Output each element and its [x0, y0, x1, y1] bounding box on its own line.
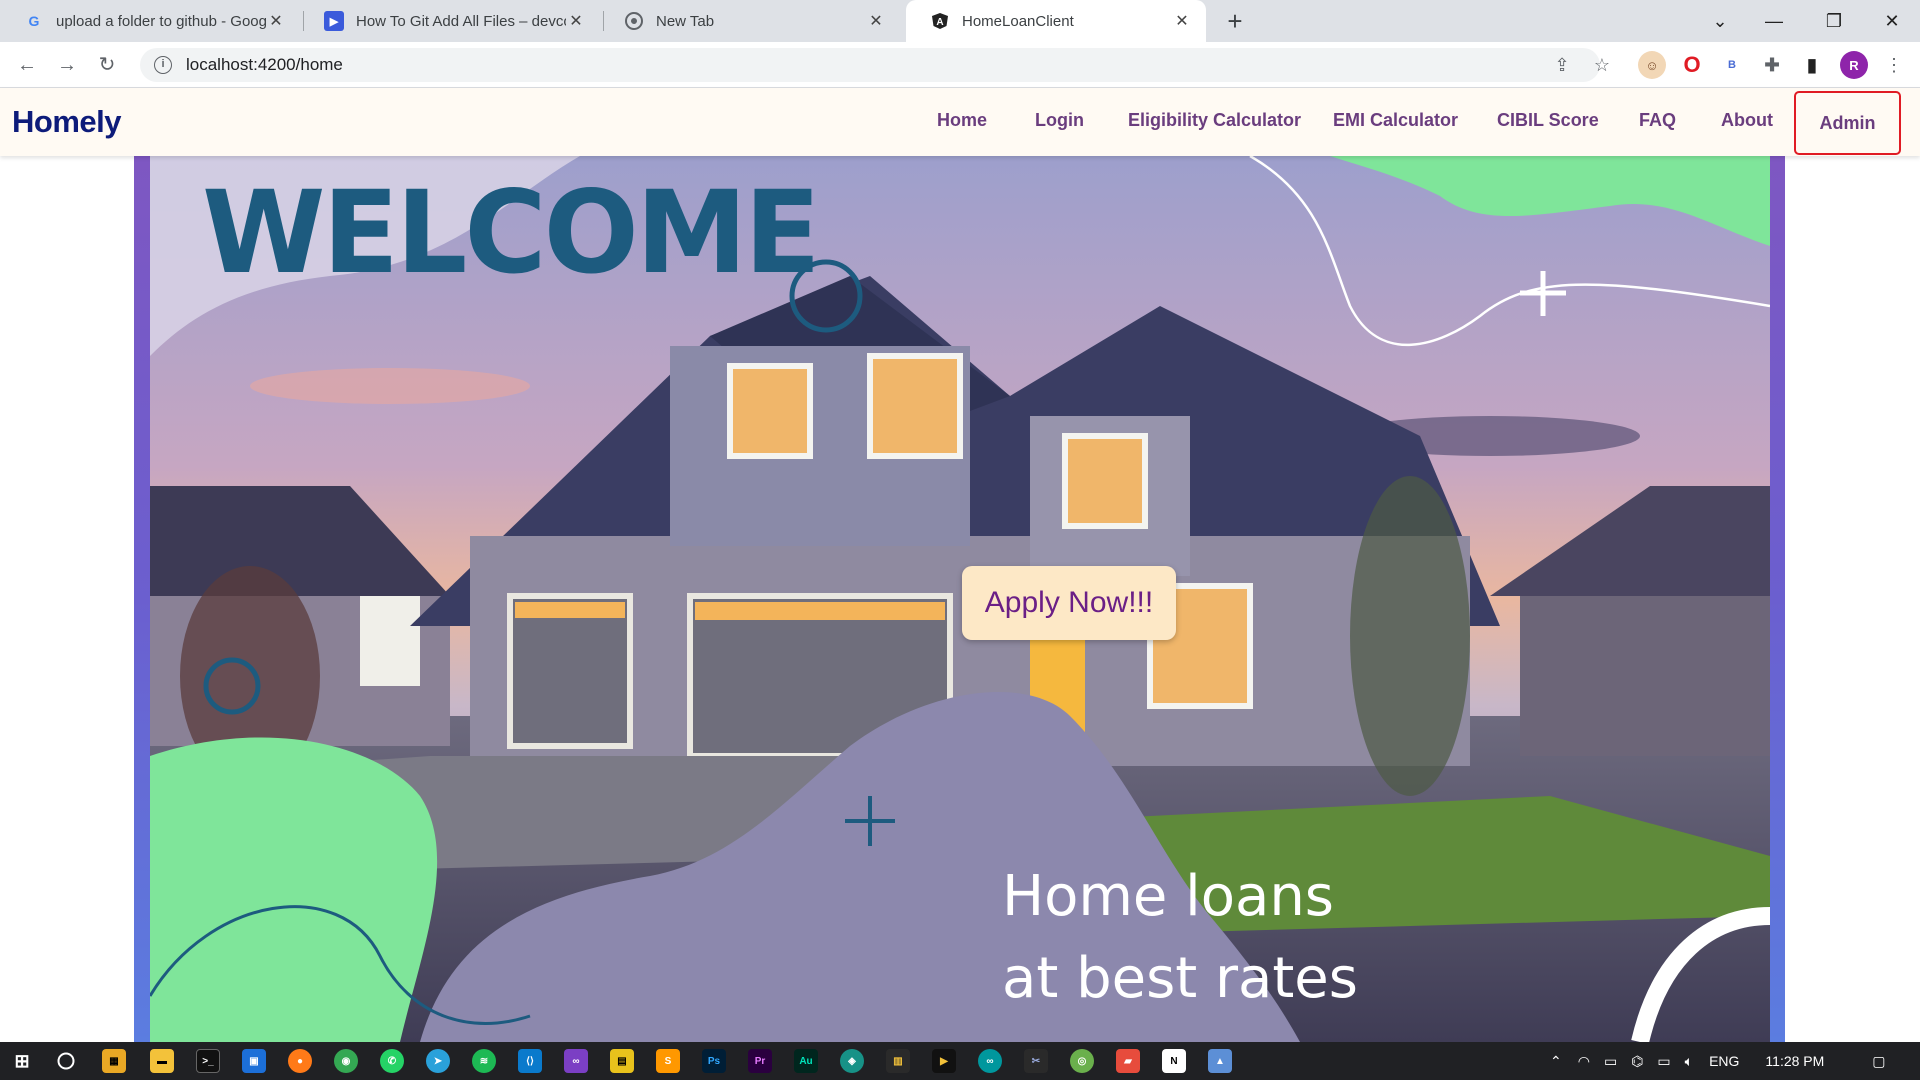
nav-emi-calculator[interactable]: EMI Calculator — [1333, 110, 1458, 131]
devconnected-icon: ▶ — [324, 11, 344, 31]
onedrive-icon[interactable]: ▭ — [1604, 1053, 1617, 1070]
info-icon[interactable]: i — [154, 56, 172, 74]
chevron-up-icon[interactable]: ⌃ — [1550, 1053, 1562, 1070]
tab-devconnected[interactable]: ▶ How To Git Add All Files – devcor ✕ — [300, 0, 600, 42]
battery-icon[interactable]: ▭ — [1657, 1053, 1670, 1070]
browser-toolbar: ← → ↻ i localhost:4200/home ⇪ ☆ ☺ O B ✚ … — [0, 42, 1920, 88]
close-window-icon[interactable]: ✕ — [1864, 0, 1920, 42]
nav-home[interactable]: Home — [937, 110, 987, 131]
telegram-icon[interactable]: ➤ — [426, 1049, 450, 1073]
nav-login[interactable]: Login — [1035, 110, 1084, 131]
tab-title: upload a folder to github - Goog — [56, 12, 266, 30]
usb-icon[interactable]: ⌬ — [1631, 1053, 1643, 1070]
forward-arrow-icon[interactable]: → — [52, 50, 82, 80]
tagline-line-1: Home loans — [1002, 864, 1334, 929]
svg-text:A: A — [936, 17, 943, 28]
profile-avatar[interactable]: R — [1840, 51, 1868, 79]
tab-title: How To Git Add All Files – devcor — [356, 12, 566, 30]
menu-kebab-icon[interactable]: ⋮ — [1878, 49, 1910, 81]
new-tab-button[interactable]: + — [1220, 6, 1250, 36]
file-explorer-icon[interactable]: ▬ — [150, 1049, 174, 1073]
media-player-icon[interactable]: ▶ — [932, 1049, 956, 1073]
mongodb-compass-icon[interactable]: ▥ — [886, 1049, 910, 1073]
tab-homeloanclient[interactable]: A HomeLoanClient ✕ — [906, 0, 1206, 42]
bookmark-star-icon[interactable]: ☆ — [1586, 49, 1618, 81]
close-icon[interactable]: ✕ — [866, 11, 886, 31]
extension-avatar-icon[interactable]: ☺ — [1638, 51, 1666, 79]
windows-start-icon[interactable]: ⊞ — [10, 1049, 34, 1073]
tab-search-icon[interactable]: ⌄ — [1692, 0, 1748, 42]
reload-icon[interactable]: ↻ — [92, 50, 122, 80]
angular-icon: A — [930, 11, 950, 31]
google-icon: G — [28, 13, 40, 29]
system-tray: ⌃ ◠ ▭ ⌬ ▭ 🔈︎ ENG 11:28 PM ▢ — [1550, 1042, 1886, 1080]
bitly-extension-icon[interactable]: B — [1718, 51, 1746, 79]
nav-faq[interactable]: FAQ — [1639, 110, 1676, 131]
welcome-heading: WELCOME — [202, 166, 821, 300]
apply-now-button[interactable]: Apply Now!!! — [962, 566, 1176, 640]
tab-new-tab[interactable]: New Tab ✕ — [600, 0, 900, 42]
language-indicator[interactable]: ENG — [1709, 1053, 1739, 1069]
close-icon[interactable]: ✕ — [1172, 11, 1192, 31]
hero-tagline: Home loans at best rates — [1002, 856, 1358, 1020]
arduino-icon[interactable]: ∞ — [978, 1049, 1002, 1073]
snipping-tool-icon[interactable]: ✂ — [1024, 1049, 1048, 1073]
premiere-icon[interactable]: Pr — [748, 1049, 772, 1073]
green-app-icon[interactable]: ◎ — [1070, 1049, 1094, 1073]
side-panel-icon[interactable]: ▮ — [1798, 51, 1826, 79]
tab-google-search[interactable]: G upload a folder to github - Goog ✕ — [0, 0, 300, 42]
firefox-icon[interactable]: ● — [288, 1049, 312, 1073]
brand-logo[interactable]: Homely — [12, 104, 121, 140]
nav-eligibility-calculator[interactable]: Eligibility Calculator — [1128, 110, 1301, 131]
task-view-icon[interactable]: ▦ — [102, 1049, 126, 1073]
restore-icon[interactable]: ❐ — [1806, 0, 1862, 42]
cortana-search-icon[interactable] — [54, 1049, 78, 1073]
terminal-icon[interactable]: >_ — [196, 1049, 220, 1073]
back-arrow-icon[interactable]: ← — [12, 50, 42, 80]
close-icon[interactable]: ✕ — [266, 11, 286, 31]
vscode-icon[interactable]: ⟨⟩ — [518, 1049, 542, 1073]
nav-admin[interactable]: Admin — [1794, 91, 1901, 155]
opera-extension-icon[interactable]: O — [1678, 51, 1706, 79]
nav-about[interactable]: About — [1721, 110, 1773, 131]
photoshop-icon[interactable]: Ps — [702, 1049, 726, 1073]
chrome-taskbar-icon[interactable]: ◉ — [334, 1049, 358, 1073]
share-icon[interactable]: ⇪ — [1546, 49, 1578, 81]
nav-cibil-score[interactable]: CIBIL Score — [1497, 110, 1599, 131]
visual-studio-icon[interactable]: ∞ — [564, 1049, 588, 1073]
image-viewer-icon[interactable]: ▲ — [1208, 1049, 1232, 1073]
wifi-icon[interactable]: ◠ — [1578, 1053, 1590, 1070]
app-navbar: Homely Home Login Eligibility Calculator… — [0, 88, 1920, 156]
presentation-app-icon[interactable]: ▰ — [1116, 1049, 1140, 1073]
chrome-icon — [624, 11, 644, 31]
speaker-icon[interactable]: 🔈︎ — [1685, 1053, 1693, 1070]
notifications-icon[interactable]: ▢ — [1872, 1053, 1885, 1070]
audition-icon[interactable]: Au — [794, 1049, 818, 1073]
gitkraken-icon[interactable]: ◈ — [840, 1049, 864, 1073]
spotify-icon[interactable]: ≋ — [472, 1049, 496, 1073]
address-bar[interactable]: i localhost:4200/home — [140, 48, 1600, 82]
windows-taskbar: ⊞ ▦ ▬ >_ ▣ ● ◉ ✆ ➤ ≋ ⟨⟩ ∞ ▤ S Ps Pr Au ◈… — [0, 1042, 1920, 1080]
store-icon[interactable]: ▣ — [242, 1049, 266, 1073]
tab-title: HomeLoanClient — [962, 12, 1074, 30]
clock[interactable]: 11:28 PM — [1765, 1053, 1824, 1069]
sticky-notes-icon[interactable]: ▤ — [610, 1049, 634, 1073]
close-icon[interactable]: ✕ — [566, 11, 586, 31]
extensions-puzzle-icon[interactable]: ✚ — [1758, 51, 1786, 79]
whatsapp-icon[interactable]: ✆ — [380, 1049, 404, 1073]
notion-icon[interactable]: N — [1162, 1049, 1186, 1073]
url-text: localhost:4200/home — [186, 55, 343, 74]
hero-banner: WELCOME Apply Now!!! Home loans at best … — [150, 156, 1770, 1042]
minimize-icon[interactable]: — — [1746, 0, 1802, 42]
tab-title: New Tab — [656, 12, 715, 30]
sublime-text-icon[interactable]: S — [656, 1049, 680, 1073]
browser-tab-strip: G upload a folder to github - Goog ✕ ▶ H… — [0, 0, 1920, 42]
tagline-line-2: at best rates — [1002, 946, 1358, 1011]
